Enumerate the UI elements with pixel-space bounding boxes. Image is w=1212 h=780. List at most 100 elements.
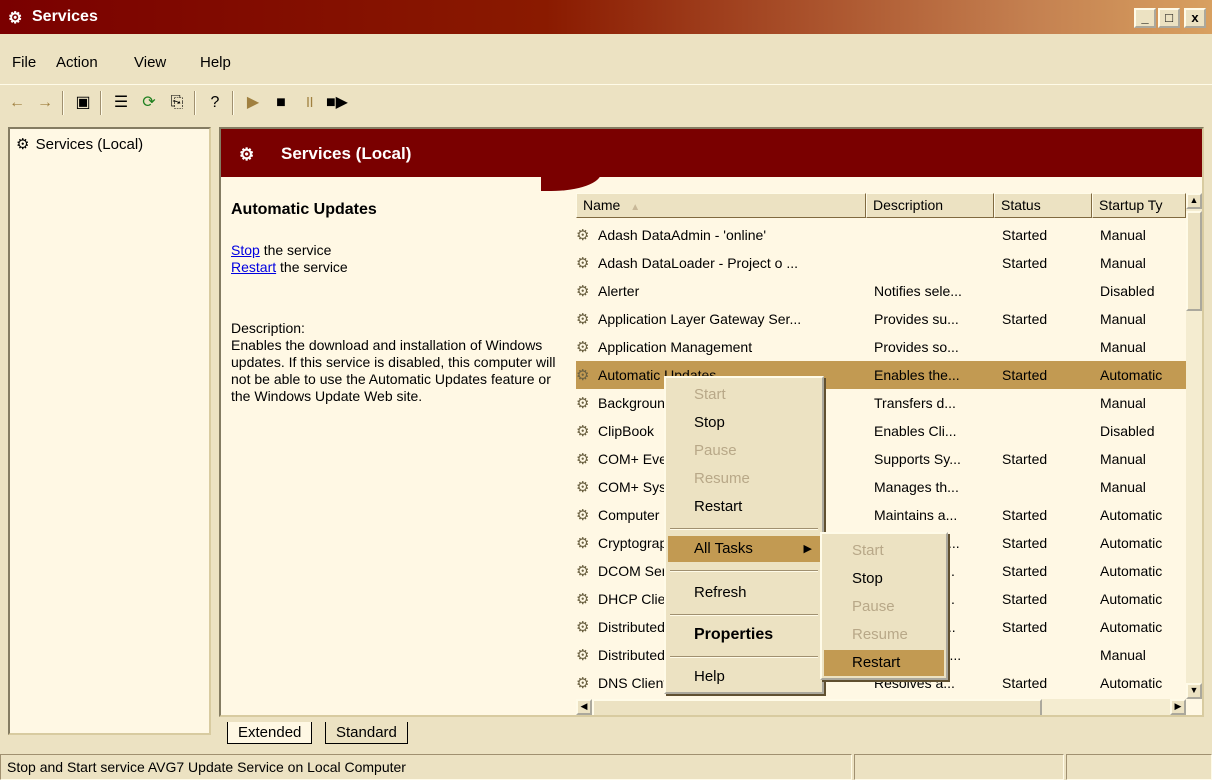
service-startup-type-cell: Automatic (1100, 591, 1163, 607)
tree-node-services-local[interactable]: ⚙ Services (Local) (16, 135, 145, 153)
services-icon: ⚙ (16, 136, 30, 153)
menu-item-restart[interactable]: Restart (668, 494, 820, 520)
table-row[interactable]: ⚙ Alerter Notifies sele... Disabled (576, 277, 1186, 305)
scroll-left-icon[interactable]: ◀ (576, 699, 592, 715)
table-row[interactable]: ⚙ Application Layer Gateway Ser... Provide… (576, 305, 1186, 333)
submenu-arrow-icon: ▶ (803, 543, 812, 555)
tab-standard[interactable]: Standard (325, 722, 408, 744)
menu-separator (670, 656, 818, 658)
restart-service-link[interactable]: Restart (231, 259, 276, 275)
service-startup-type-cell: Manual (1100, 479, 1146, 495)
horizontal-scrollbar[interactable]: ◀ ▶ (576, 699, 1186, 715)
window-title: Services (32, 8, 98, 25)
scroll-right-icon[interactable]: ▶ (1170, 699, 1186, 715)
submenu-item-stop[interactable]: Stop (824, 566, 944, 592)
column-header-status[interactable]: Status (994, 193, 1092, 218)
service-startup-type-cell: Automatic (1100, 675, 1163, 691)
submenu-item-start[interactable]: Start (824, 538, 944, 564)
service-startup-type-cell: Disabled (1100, 423, 1155, 439)
stop-service-icon[interactable]: ■ (268, 91, 294, 115)
scroll-down-icon[interactable]: ▼ (1186, 683, 1202, 699)
service-gear-icon: ⚙ (576, 675, 590, 692)
service-startup-type-cell: Automatic (1100, 563, 1163, 579)
menu-item-properties[interactable]: Properties (668, 622, 820, 648)
service-description-cell: Notifies sele... (874, 283, 962, 299)
service-startup-type-cell: Disabled (1100, 283, 1155, 299)
tab-extended[interactable]: Extended (227, 722, 313, 744)
description-text: Enables the download and installation of… (231, 337, 556, 404)
service-gear-icon: ⚙ (576, 367, 590, 384)
service-startup-type-cell: Manual (1100, 395, 1146, 411)
table-row[interactable]: ⚙ Adash DataLoader - Project o ... Started… (576, 249, 1186, 277)
menu-help[interactable]: Help (200, 54, 231, 71)
pause-service-icon[interactable]: ॥ (296, 91, 322, 115)
service-description-cell: Provides so... (874, 339, 959, 355)
console-tree: ⚙ Services (Local) (8, 127, 211, 735)
start-service-icon[interactable]: ▶ (240, 91, 266, 115)
service-gear-icon: ⚙ (576, 339, 590, 356)
menu-item-refresh[interactable]: Refresh (668, 580, 820, 606)
submenu-item-pause[interactable]: Pause (824, 594, 944, 620)
menu-item-pause[interactable]: Pause (668, 438, 820, 464)
menu-file[interactable]: File (12, 54, 36, 71)
menu-item-stop[interactable]: Stop (668, 410, 820, 436)
service-startup-type-cell: Manual (1100, 339, 1146, 355)
menu-action[interactable]: Action (56, 54, 98, 71)
minimize-button[interactable]: _ (1134, 8, 1156, 28)
service-startup-type-cell: Manual (1100, 451, 1146, 467)
refresh-icon[interactable]: ⟳ (136, 91, 162, 115)
service-gear-icon: ⚙ (576, 591, 590, 608)
service-startup-type-cell: Automatic (1100, 507, 1163, 523)
help-icon[interactable]: ? (202, 91, 228, 115)
service-gear-icon: ⚙ (576, 451, 590, 468)
horizontal-scroll-thumb[interactable] (592, 699, 1042, 715)
service-startup-type-cell: Manual (1100, 227, 1146, 243)
title-bar[interactable]: ⚙ Services _ □ x (0, 0, 1212, 34)
submenu-item-resume[interactable]: Resume (824, 622, 944, 648)
close-button[interactable]: x (1184, 8, 1206, 28)
scroll-up-icon[interactable]: ▲ (1186, 193, 1202, 209)
restart-service-icon[interactable]: ■▶ (324, 91, 350, 115)
service-description-cell: Enables Cli... (874, 423, 957, 439)
service-name-cell: Adash DataAdmin - 'online' (598, 227, 766, 243)
table-row[interactable]: ⚙ Application Management Provides so... Man… (576, 333, 1186, 361)
service-name-cell: Application Layer Gateway Ser... (598, 311, 802, 327)
menu-separator (670, 570, 818, 572)
back-icon[interactable]: ← (4, 91, 30, 115)
service-status-cell: Started (1002, 619, 1048, 635)
vertical-scroll-thumb[interactable] (1186, 211, 1202, 311)
show-hide-tree-icon[interactable]: ▣ (70, 91, 96, 115)
service-status-cell: Started (1002, 507, 1048, 523)
column-header-name[interactable]: Name ▲ (576, 193, 866, 218)
column-header-startup-type[interactable]: Startup Ty (1092, 193, 1186, 218)
vertical-scrollbar[interactable]: ▲ ▼ (1186, 193, 1202, 699)
export-list-icon[interactable]: ⎘ (164, 91, 190, 115)
selected-service-name: Automatic Updates (231, 201, 377, 218)
properties-icon[interactable]: ☰ (108, 91, 134, 115)
list-header: Name ▲ Description Status Startup Ty (576, 193, 1186, 218)
forward-icon[interactable]: → (32, 91, 58, 115)
service-description-cell: Manages th... (874, 479, 959, 495)
menu-bar: File Action View Help (0, 48, 1212, 78)
table-row[interactable]: ⚙ Adash DataAdmin - 'online' Started Manual (576, 221, 1186, 249)
menu-item-help[interactable]: Help (668, 664, 820, 690)
menu-item-start[interactable]: Start (668, 382, 820, 408)
toolbar-separator (100, 91, 102, 115)
service-startup-type-cell: Manual (1100, 311, 1146, 327)
service-gear-icon: ⚙ (576, 619, 590, 636)
service-status-cell: Started (1002, 535, 1048, 551)
stop-service-link[interactable]: Stop (231, 242, 260, 258)
menu-item-all-tasks[interactable]: All Tasks ▶ (668, 536, 820, 562)
service-startup-type-cell: Automatic (1100, 367, 1163, 383)
service-startup-type-cell: Manual (1100, 647, 1146, 663)
view-tabs: Extended Standard (219, 718, 1204, 746)
description-label: Description: (231, 320, 305, 336)
menu-item-resume[interactable]: Resume (668, 466, 820, 492)
toolbar: ← → ▣ ☰ ⟳ ⎘ ? ▶ ■ ॥ ■▶ (0, 84, 1212, 122)
maximize-button[interactable]: □ (1158, 8, 1180, 28)
pane-banner: ⚙ Services (Local) (221, 129, 1202, 177)
status-text: Stop and Start service AVG7 Update Servi… (0, 754, 852, 780)
column-header-description[interactable]: Description (866, 193, 994, 218)
menu-view[interactable]: View (134, 54, 166, 71)
submenu-item-restart[interactable]: Restart (824, 650, 944, 676)
